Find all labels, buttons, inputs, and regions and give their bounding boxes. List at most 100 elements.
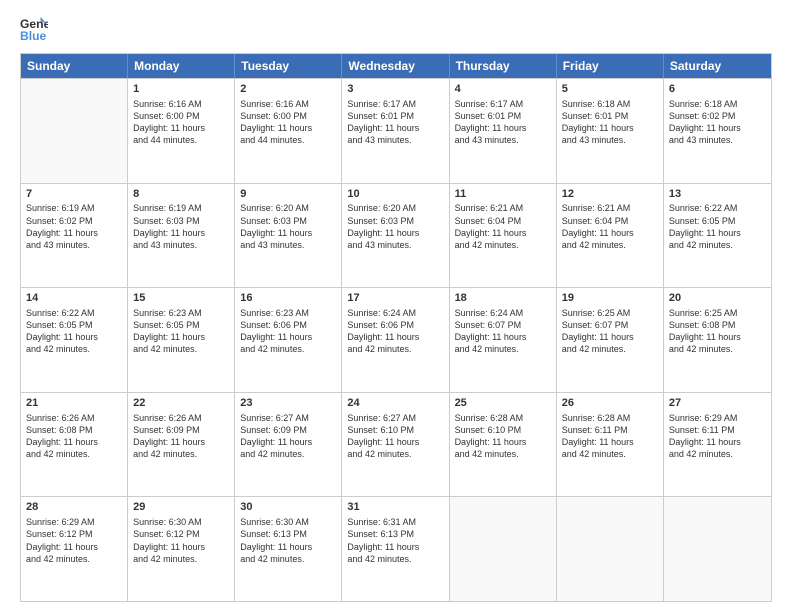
calendar-header-day: Monday [128, 54, 235, 78]
cell-day-number: 9 [240, 187, 336, 202]
calendar-cell: 29Sunrise: 6:30 AM Sunset: 6:12 PM Dayli… [128, 497, 235, 601]
cell-day-number: 10 [347, 187, 443, 202]
cell-day-number: 30 [240, 500, 336, 515]
cell-day-number: 7 [26, 187, 122, 202]
cell-day-number: 22 [133, 396, 229, 411]
calendar-cell: 17Sunrise: 6:24 AM Sunset: 6:06 PM Dayli… [342, 288, 449, 392]
calendar-cell [557, 497, 664, 601]
calendar-header-day: Thursday [450, 54, 557, 78]
cell-day-number: 26 [562, 396, 658, 411]
cell-info-text: Sunrise: 6:27 AM Sunset: 6:09 PM Dayligh… [240, 412, 336, 461]
calendar: SundayMondayTuesdayWednesdayThursdayFrid… [20, 53, 772, 602]
calendar-week-row: 28Sunrise: 6:29 AM Sunset: 6:12 PM Dayli… [21, 496, 771, 601]
cell-info-text: Sunrise: 6:19 AM Sunset: 6:03 PM Dayligh… [133, 202, 229, 251]
cell-info-text: Sunrise: 6:30 AM Sunset: 6:12 PM Dayligh… [133, 516, 229, 565]
cell-day-number: 8 [133, 187, 229, 202]
cell-day-number: 2 [240, 82, 336, 97]
cell-info-text: Sunrise: 6:24 AM Sunset: 6:07 PM Dayligh… [455, 307, 551, 356]
calendar-header-day: Saturday [664, 54, 771, 78]
cell-day-number: 28 [26, 500, 122, 515]
calendar-cell [450, 497, 557, 601]
cell-day-number: 17 [347, 291, 443, 306]
calendar-cell [664, 497, 771, 601]
calendar-header: SundayMondayTuesdayWednesdayThursdayFrid… [21, 54, 771, 78]
cell-day-number: 27 [669, 396, 766, 411]
calendar-cell: 5Sunrise: 6:18 AM Sunset: 6:01 PM Daylig… [557, 79, 664, 183]
calendar-header-day: Wednesday [342, 54, 449, 78]
logo-icon: General Blue [20, 15, 48, 43]
cell-day-number: 13 [669, 187, 766, 202]
calendar-cell: 28Sunrise: 6:29 AM Sunset: 6:12 PM Dayli… [21, 497, 128, 601]
calendar-cell: 10Sunrise: 6:20 AM Sunset: 6:03 PM Dayli… [342, 184, 449, 288]
calendar-week-row: 21Sunrise: 6:26 AM Sunset: 6:08 PM Dayli… [21, 392, 771, 497]
cell-day-number: 25 [455, 396, 551, 411]
cell-info-text: Sunrise: 6:19 AM Sunset: 6:02 PM Dayligh… [26, 202, 122, 251]
cell-day-number: 16 [240, 291, 336, 306]
cell-info-text: Sunrise: 6:16 AM Sunset: 6:00 PM Dayligh… [240, 98, 336, 147]
cell-day-number: 23 [240, 396, 336, 411]
cell-info-text: Sunrise: 6:18 AM Sunset: 6:01 PM Dayligh… [562, 98, 658, 147]
cell-info-text: Sunrise: 6:23 AM Sunset: 6:06 PM Dayligh… [240, 307, 336, 356]
calendar-cell: 9Sunrise: 6:20 AM Sunset: 6:03 PM Daylig… [235, 184, 342, 288]
cell-info-text: Sunrise: 6:25 AM Sunset: 6:08 PM Dayligh… [669, 307, 766, 356]
cell-info-text: Sunrise: 6:20 AM Sunset: 6:03 PM Dayligh… [240, 202, 336, 251]
calendar-week-row: 14Sunrise: 6:22 AM Sunset: 6:05 PM Dayli… [21, 287, 771, 392]
cell-info-text: Sunrise: 6:25 AM Sunset: 6:07 PM Dayligh… [562, 307, 658, 356]
calendar-cell: 23Sunrise: 6:27 AM Sunset: 6:09 PM Dayli… [235, 393, 342, 497]
cell-day-number: 4 [455, 82, 551, 97]
calendar-week-row: 7Sunrise: 6:19 AM Sunset: 6:02 PM Daylig… [21, 183, 771, 288]
calendar-cell: 18Sunrise: 6:24 AM Sunset: 6:07 PM Dayli… [450, 288, 557, 392]
logo: General Blue [20, 15, 48, 43]
cell-info-text: Sunrise: 6:22 AM Sunset: 6:05 PM Dayligh… [26, 307, 122, 356]
cell-day-number: 31 [347, 500, 443, 515]
calendar-cell: 8Sunrise: 6:19 AM Sunset: 6:03 PM Daylig… [128, 184, 235, 288]
cell-info-text: Sunrise: 6:28 AM Sunset: 6:11 PM Dayligh… [562, 412, 658, 461]
calendar-cell: 24Sunrise: 6:27 AM Sunset: 6:10 PM Dayli… [342, 393, 449, 497]
cell-day-number: 12 [562, 187, 658, 202]
cell-info-text: Sunrise: 6:17 AM Sunset: 6:01 PM Dayligh… [347, 98, 443, 147]
calendar-cell: 31Sunrise: 6:31 AM Sunset: 6:13 PM Dayli… [342, 497, 449, 601]
calendar-cell: 7Sunrise: 6:19 AM Sunset: 6:02 PM Daylig… [21, 184, 128, 288]
calendar-body: 1Sunrise: 6:16 AM Sunset: 6:00 PM Daylig… [21, 78, 771, 601]
calendar-header-day: Tuesday [235, 54, 342, 78]
cell-day-number: 24 [347, 396, 443, 411]
calendar-cell: 4Sunrise: 6:17 AM Sunset: 6:01 PM Daylig… [450, 79, 557, 183]
cell-info-text: Sunrise: 6:17 AM Sunset: 6:01 PM Dayligh… [455, 98, 551, 147]
cell-info-text: Sunrise: 6:22 AM Sunset: 6:05 PM Dayligh… [669, 202, 766, 251]
cell-day-number: 11 [455, 187, 551, 202]
cell-day-number: 6 [669, 82, 766, 97]
cell-info-text: Sunrise: 6:21 AM Sunset: 6:04 PM Dayligh… [455, 202, 551, 251]
calendar-week-row: 1Sunrise: 6:16 AM Sunset: 6:00 PM Daylig… [21, 78, 771, 183]
svg-text:Blue: Blue [20, 29, 47, 43]
cell-day-number: 20 [669, 291, 766, 306]
calendar-cell: 12Sunrise: 6:21 AM Sunset: 6:04 PM Dayli… [557, 184, 664, 288]
cell-day-number: 19 [562, 291, 658, 306]
calendar-header-day: Sunday [21, 54, 128, 78]
cell-info-text: Sunrise: 6:23 AM Sunset: 6:05 PM Dayligh… [133, 307, 229, 356]
cell-day-number: 3 [347, 82, 443, 97]
calendar-cell: 26Sunrise: 6:28 AM Sunset: 6:11 PM Dayli… [557, 393, 664, 497]
calendar-header-day: Friday [557, 54, 664, 78]
cell-info-text: Sunrise: 6:26 AM Sunset: 6:09 PM Dayligh… [133, 412, 229, 461]
cell-info-text: Sunrise: 6:16 AM Sunset: 6:00 PM Dayligh… [133, 98, 229, 147]
cell-info-text: Sunrise: 6:18 AM Sunset: 6:02 PM Dayligh… [669, 98, 766, 147]
header: General Blue [20, 15, 772, 43]
cell-day-number: 5 [562, 82, 658, 97]
cell-info-text: Sunrise: 6:31 AM Sunset: 6:13 PM Dayligh… [347, 516, 443, 565]
cell-info-text: Sunrise: 6:27 AM Sunset: 6:10 PM Dayligh… [347, 412, 443, 461]
cell-info-text: Sunrise: 6:30 AM Sunset: 6:13 PM Dayligh… [240, 516, 336, 565]
calendar-cell: 1Sunrise: 6:16 AM Sunset: 6:00 PM Daylig… [128, 79, 235, 183]
calendar-cell: 25Sunrise: 6:28 AM Sunset: 6:10 PM Dayli… [450, 393, 557, 497]
cell-info-text: Sunrise: 6:20 AM Sunset: 6:03 PM Dayligh… [347, 202, 443, 251]
cell-day-number: 14 [26, 291, 122, 306]
calendar-cell: 30Sunrise: 6:30 AM Sunset: 6:13 PM Dayli… [235, 497, 342, 601]
calendar-cell: 13Sunrise: 6:22 AM Sunset: 6:05 PM Dayli… [664, 184, 771, 288]
cell-day-number: 18 [455, 291, 551, 306]
cell-info-text: Sunrise: 6:29 AM Sunset: 6:11 PM Dayligh… [669, 412, 766, 461]
calendar-cell: 19Sunrise: 6:25 AM Sunset: 6:07 PM Dayli… [557, 288, 664, 392]
cell-day-number: 29 [133, 500, 229, 515]
calendar-cell: 11Sunrise: 6:21 AM Sunset: 6:04 PM Dayli… [450, 184, 557, 288]
calendar-cell: 3Sunrise: 6:17 AM Sunset: 6:01 PM Daylig… [342, 79, 449, 183]
cell-day-number: 15 [133, 291, 229, 306]
cell-day-number: 21 [26, 396, 122, 411]
